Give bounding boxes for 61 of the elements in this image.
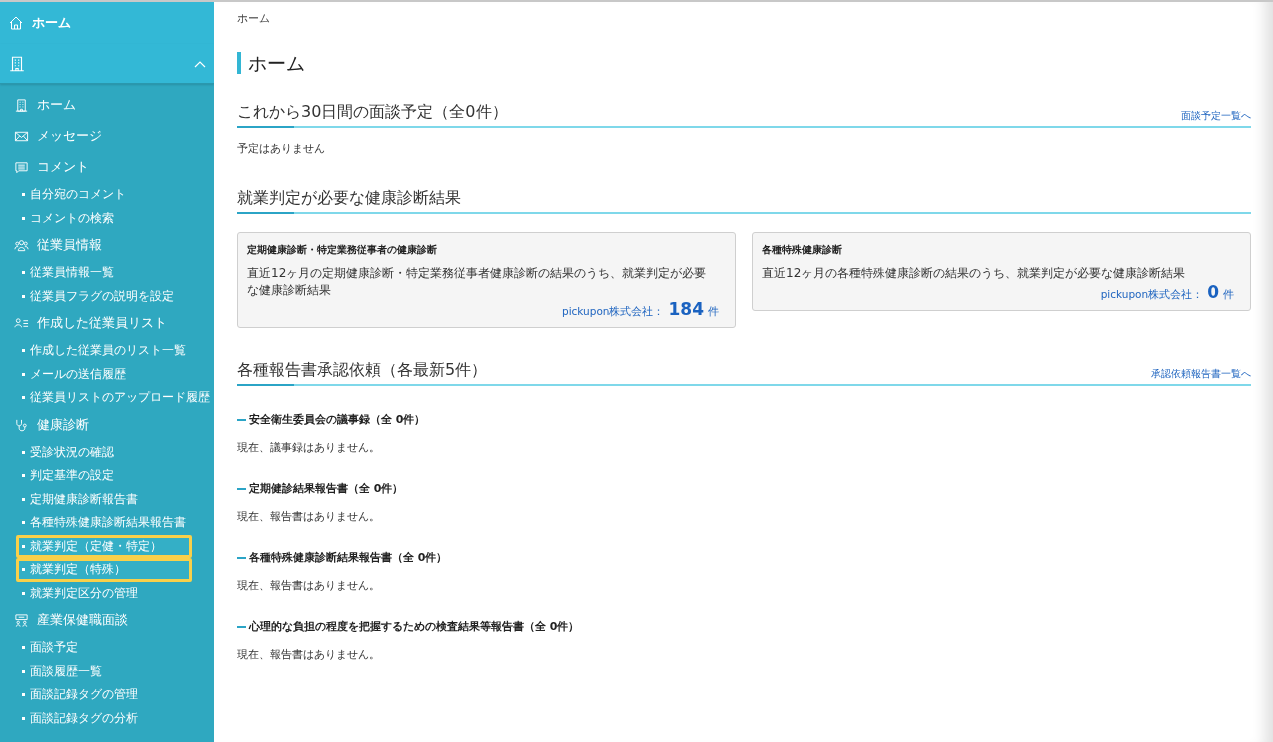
company-label: pickupon株式会社： [562, 305, 665, 319]
empty-message: 現在、報告書はありません。 [237, 648, 381, 662]
sidebar-subitem[interactable]: 就業判定（特殊） [16, 558, 192, 582]
sidebar-subitem[interactable]: 面談履歴一覧 [16, 659, 214, 683]
building-icon [14, 98, 29, 113]
card-title: 各種特殊健康診断 [762, 243, 843, 257]
report-heading: 各種特殊健康診断結果報告書（全 0件） [237, 550, 1251, 565]
breadcrumb: ホーム [237, 12, 271, 26]
sidebar-item[interactable]: 産業保健職面談 [0, 605, 214, 636]
section-heading: 就業判定が必要な健康診断結果 [237, 188, 461, 209]
sidebar-item[interactable]: ホーム [0, 90, 214, 121]
sidebar-subitem[interactable]: 各種特殊健康診断結果報告書 [16, 511, 214, 535]
sidebar-subitem[interactable]: 従業員フラグの説明を設定 [16, 284, 214, 308]
result-card[interactable]: 各種特殊健康診断 直近12ヶ月の各種特殊健康診断の結果のうち、就業判定が必要な健康診断結果 pickupon株式会社： 0 件 [752, 232, 1251, 311]
card-description: 直近12ヶ月の定期健康診断・特定業務従事者健康診断の結果のうち、就業判定が必要な健康診断結果 [247, 265, 708, 299]
result-card[interactable]: 定期健康診断・特定業務従事者の健康診断 直近12ヶ月の定期健康診断・特定業務従事者健康診断の結果のうち、就業判定が必要な健康診断結果 pickupon株式会社： 184 件 [237, 232, 736, 328]
sidebar-subitem[interactable]: 作成した従業員のリスト一覧 [16, 339, 214, 363]
count-value: 184 [668, 299, 704, 319]
sidebar-subitem[interactable]: 従業員情報一覧 [16, 261, 214, 285]
approval-list-link[interactable]: 承認依頼報告書一覧へ [1151, 367, 1251, 381]
report-heading: 定期健診結果報告書（全 0件） [237, 481, 1251, 496]
sidebar-item[interactable]: 作成した従業員リスト [0, 308, 214, 339]
sidebar-item[interactable]: メッセージ [0, 121, 214, 152]
section-heading: 各種報告書承認依頼（各最新5件） [237, 360, 488, 381]
sidebar-subitem[interactable]: コメントの検索 [16, 206, 214, 230]
sidebar-item[interactable]: 健康診断 [0, 409, 214, 441]
sidebar-subitem[interactable]: 面談記録タグの分析 [16, 706, 214, 730]
sidebar-subitem[interactable]: 面談記録タグの管理 [16, 683, 214, 707]
count-unit: 件 [708, 305, 719, 319]
sidebar-subitem[interactable]: 就業判定（定健・特定） [16, 534, 192, 558]
empty-message: 予定はありません [237, 142, 326, 156]
sidebar-subitem[interactable]: 従業員リストのアップロード履歴 [16, 386, 214, 410]
empty-message: 現在、報告書はありません。 [237, 579, 381, 593]
building-icon [8, 54, 26, 73]
house-icon [8, 15, 24, 31]
speech-bubble-icon [14, 160, 29, 175]
sidebar-subitem[interactable]: 定期健康診断報告書 [16, 487, 214, 511]
meeting-icon [14, 613, 29, 628]
sidebar-item[interactable]: 従業員情報 [0, 230, 214, 261]
interview-list-link[interactable]: 面談予定一覧へ [1181, 109, 1251, 123]
report-heading: 安全衛生委員会の議事録（全 0件） [237, 412, 1251, 427]
envelope-icon [14, 129, 29, 144]
card-title: 定期健康診断・特定業務従事者の健康診断 [247, 243, 438, 257]
page-title: ホーム [237, 52, 1251, 74]
stethoscope-icon [14, 417, 29, 433]
sidebar-subitem[interactable]: 面談予定 [16, 636, 214, 660]
sidebar-item[interactable]: コメント [0, 152, 214, 183]
report-heading: 心理的な負担の程度を把握するための検査結果等報告書（全 0件） [237, 619, 1251, 634]
company-label: pickupon株式会社： [1100, 288, 1204, 302]
count-unit: 件 [1223, 288, 1234, 302]
people-icon [14, 238, 29, 253]
card-description: 直近12ヶ月の各種特殊健康診断の結果のうち、就業判定が必要な健康診断結果 [762, 265, 1187, 282]
sidebar-subitem[interactable]: メールの送信履歴 [16, 362, 214, 386]
sidebar-subitem[interactable]: 判定基準の設定 [16, 464, 214, 488]
section-heading: これから30日間の面談予定（全0件） [237, 102, 508, 123]
sidebar-subitem[interactable]: 受診状況の確認 [16, 440, 214, 464]
empty-message: 現在、報告書はありません。 [237, 510, 381, 524]
sidebar-subitem[interactable]: 自分宛のコメント [16, 183, 214, 207]
sidebar-subitem[interactable]: 就業判定区分の管理 [16, 581, 214, 605]
count-value: 0 [1207, 282, 1219, 302]
empty-message: 現在、議事録はありません。 [237, 441, 381, 455]
